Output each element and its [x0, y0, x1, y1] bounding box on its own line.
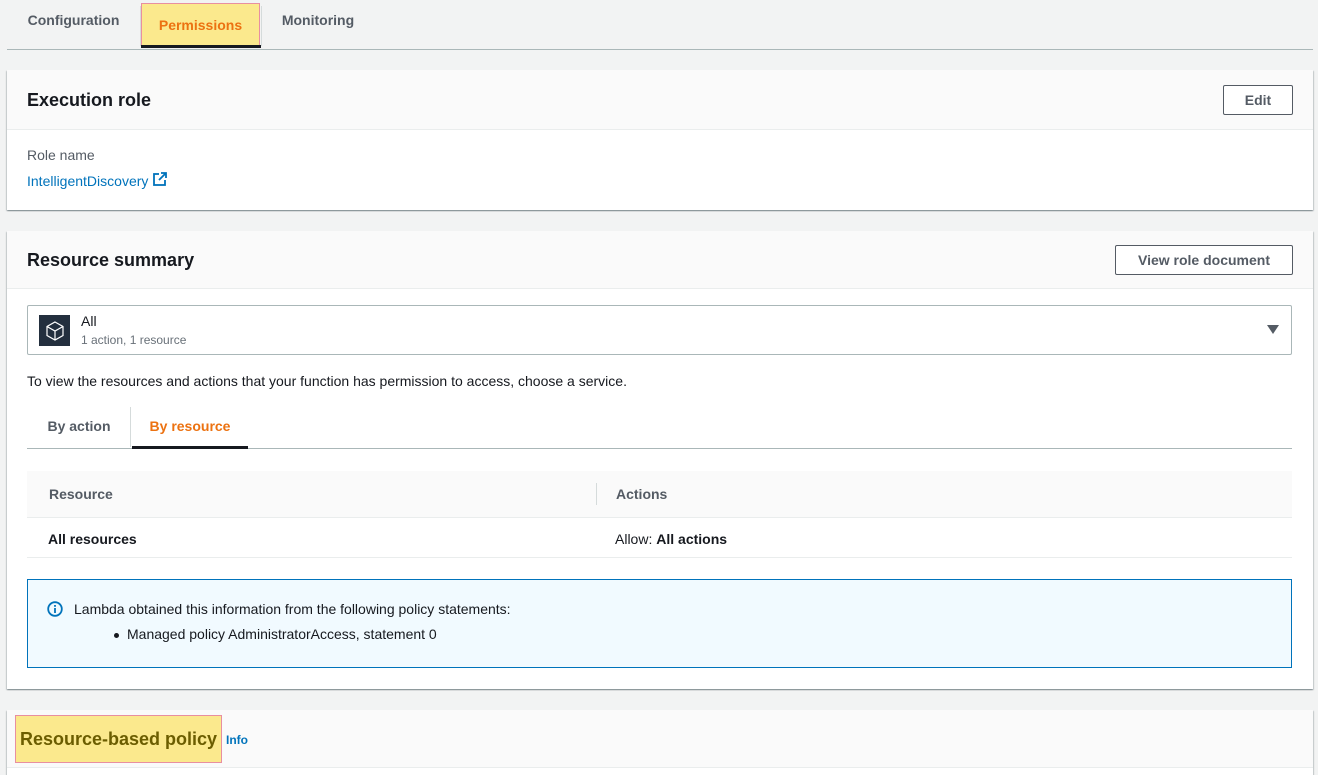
resource-summary-title: Resource summary — [27, 250, 195, 270]
role-name-text: IntelligentDiscovery — [27, 172, 149, 189]
view-role-document-button[interactable]: View role document — [1115, 245, 1293, 275]
tab-monitoring[interactable]: Monitoring — [277, 0, 359, 40]
external-link-icon — [153, 172, 168, 189]
column-header-actions: Actions — [616, 486, 668, 502]
list-item: Managed policy AdministratorAccess, stat… — [114, 626, 437, 642]
service-select[interactable]: All 1 action, 1 resource — [27, 305, 1292, 355]
resource-based-policy-header: Resource-based policy Info — [7, 710, 1313, 768]
service-select-value: All — [81, 313, 97, 329]
table-row: All resources Allow: All actions — [27, 518, 1292, 558]
role-name-link[interactable]: IntelligentDiscovery — [27, 172, 168, 189]
actions-value: All actions — [656, 531, 728, 547]
service-select-description: 1 action, 1 resource — [81, 333, 187, 347]
resource-summary-header: Resource summary View role document — [7, 231, 1313, 289]
active-tab-indicator — [132, 446, 248, 449]
edit-button[interactable]: Edit — [1223, 85, 1293, 115]
bullet — [114, 633, 119, 638]
role-name-label: Role name — [27, 147, 95, 163]
tab-by-action[interactable]: By action — [27, 403, 131, 448]
alert-message: Lambda obtained this information from th… — [74, 601, 511, 617]
active-tab-indicator — [141, 45, 261, 48]
table-header: Resource Actions — [27, 471, 1292, 518]
top-tab-bar: Configuration Permissions Monitoring — [7, 0, 1313, 50]
cell-resource: All resources — [48, 531, 137, 547]
summary-tab-bar: By action By resource — [27, 403, 1292, 449]
resource-based-policy-title: Resource-based policy — [19, 728, 218, 749]
resource-based-policy-highlight: Resource-based policy — [15, 715, 222, 763]
cell-actions: Allow: All actions — [615, 531, 727, 547]
info-alert: Lambda obtained this information from th… — [27, 579, 1292, 668]
info-link[interactable]: Info — [226, 733, 248, 747]
tab-divider — [261, 6, 262, 46]
execution-role-header: Execution role Edit — [7, 70, 1313, 130]
tab-configuration[interactable]: Configuration — [21, 0, 126, 40]
helper-text: To view the resources and actions that y… — [27, 373, 627, 389]
execution-role-panel: Execution role Edit Role name Intelligen… — [7, 70, 1313, 210]
info-circle-icon — [47, 601, 63, 620]
column-divider — [596, 483, 597, 505]
policy-statement-text: Managed policy AdministratorAccess, stat… — [127, 626, 437, 642]
tab-divider — [130, 407, 131, 447]
resources-table: Resource Actions All resources Allow: Al… — [27, 471, 1292, 558]
resource-summary-panel: Resource summary View role document All … — [7, 231, 1313, 689]
caret-down-icon — [1267, 325, 1279, 334]
tab-permissions[interactable]: Permissions — [141, 3, 260, 47]
column-header-resource: Resource — [49, 486, 113, 502]
tab-by-resource[interactable]: By resource — [132, 403, 248, 448]
actions-prefix: Allow: — [615, 531, 653, 547]
execution-role-title: Execution role — [27, 90, 152, 110]
cube-icon — [39, 315, 70, 346]
resource-based-policy-panel: Resource-based policy Info — [7, 710, 1313, 775]
